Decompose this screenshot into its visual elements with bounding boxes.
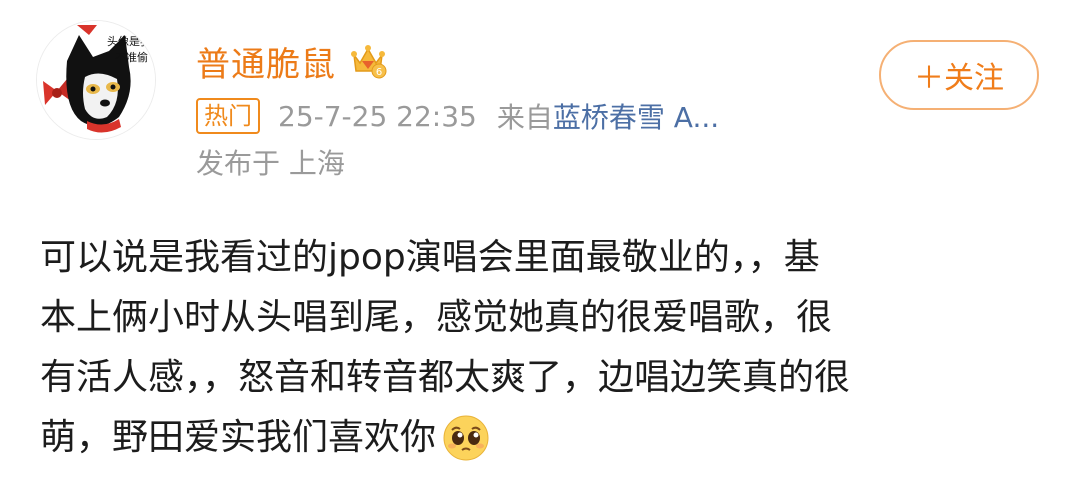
post-line: 可以说是我看过的jpop演唱会里面最敬业的，，基 — [40, 237, 820, 278]
post-line: 本上俩小时从头唱到尾，感觉她真的很爱唱歌，很 — [40, 297, 833, 338]
badge-level: 6 — [376, 67, 382, 78]
follow-button[interactable]: ＋关注 — [879, 40, 1039, 110]
source-link[interactable]: 蓝桥春雪 A... — [553, 96, 719, 136]
crown-level-icon[interactable]: 6 — [348, 41, 388, 81]
cartoon-dog-avatar-icon: 头像是我 不准偷 — [37, 21, 155, 139]
post-timestamp: 25-7-25 22:35 — [278, 99, 477, 133]
post-location: 发布于 上海 — [196, 147, 345, 180]
author-row: 普通脆鼠 6 — [196, 34, 388, 88]
post-line: 有活人感，，怒音和转音都太爽了，边唱边笑真的很 — [40, 357, 851, 398]
post-meta: 热门 25-7-25 22:35 来自 蓝桥春雪 A... — [196, 96, 719, 136]
post-content: 可以说是我看过的jpop演唱会里面最敬业的，，基 本上俩小时从头唱到尾，感觉她真… — [40, 228, 1040, 468]
post-line-last: 萌，野田爱实我们喜欢你 — [40, 408, 1040, 468]
hot-badge: 热门 — [196, 98, 260, 134]
post-line-text: 萌，野田爱实我们喜欢你 — [40, 417, 437, 458]
source-prefix: 来自 — [496, 101, 553, 134]
author-name[interactable]: 普通脆鼠 — [196, 37, 336, 86]
svg-text:头像是我: 头像是我 — [107, 35, 151, 48]
svg-text:不准偷: 不准偷 — [115, 50, 148, 64]
pleading-face-emoji-icon — [443, 415, 489, 461]
avatar[interactable]: 头像是我 不准偷 — [36, 20, 156, 140]
